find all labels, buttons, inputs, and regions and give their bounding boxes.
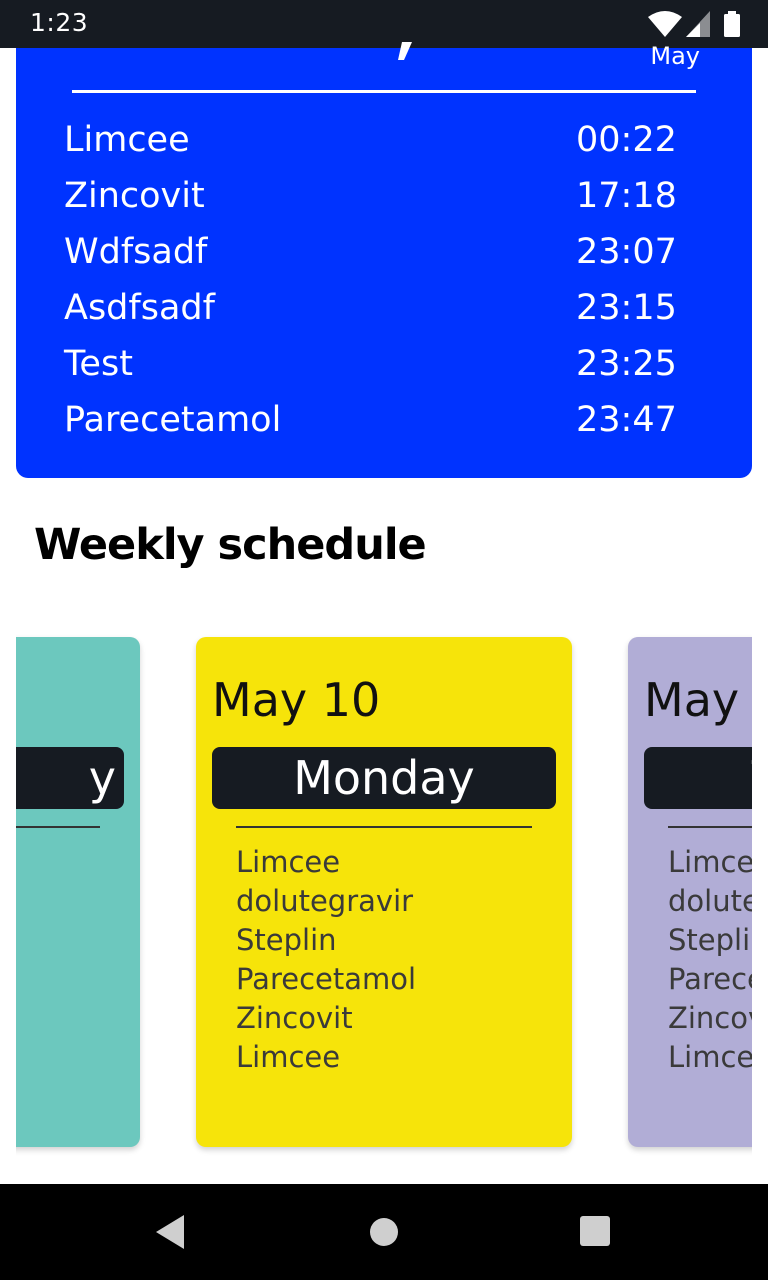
medication-time: 23:15 (576, 288, 677, 328)
today-medication-row[interactable]: Limcee 00:22 (64, 112, 680, 168)
day-medication-item: Limcee (236, 1040, 341, 1074)
today-medication-row[interactable]: Zincovit 17:18 (64, 168, 680, 224)
medication-time: 23:07 (576, 232, 677, 272)
day-medication-item: Limcee (236, 845, 341, 879)
medication-time: 23:25 (576, 344, 677, 384)
day-medication-item: Zincovit (236, 1001, 353, 1035)
weekday-pill: Monday (212, 747, 556, 809)
medication-time: 23:47 (576, 400, 677, 440)
date-number-fragment (398, 42, 412, 60)
day-medication-item: Parecetamol (236, 962, 417, 996)
day-medication-item: Steplin (236, 923, 337, 957)
medication-name: Test (64, 344, 133, 384)
back-icon[interactable] (156, 1215, 184, 1249)
day-date: May (644, 673, 740, 727)
medication-name: Limcee (64, 120, 190, 160)
medication-name: Wdfsadf (64, 232, 208, 272)
card-divider (16, 826, 100, 828)
today-medication-row[interactable]: Asdfsadf 23:15 (64, 280, 680, 336)
weekly-schedule-carousel[interactable]: y May 10 Monday Limcee dolutegravir Step… (16, 618, 752, 1160)
day-medication-item: Limce (668, 845, 752, 879)
day-medication-item: Zincov (668, 1001, 752, 1035)
today-medication-row[interactable]: Test 23:25 (64, 336, 680, 392)
day-date: May 10 (212, 673, 381, 727)
wifi-icon (648, 11, 682, 37)
day-medication-item: Parece (668, 962, 752, 996)
medication-time: 00:22 (576, 120, 677, 160)
today-medication-list: Limcee 00:22 Zincovit 17:18 Wdfsadf 23:0… (64, 112, 680, 448)
today-month: May (650, 42, 700, 70)
day-medication-item: Steplir (668, 923, 752, 957)
day-card[interactable]: y (16, 637, 140, 1147)
navigation-bar (0, 1184, 768, 1280)
weekly-schedule-title: Weekly schedule (34, 520, 427, 570)
card-divider (668, 826, 752, 828)
weekday-label: y (88, 751, 116, 805)
cellular-signal-icon (686, 11, 710, 37)
weekday-pill: T (644, 747, 752, 809)
status-bar: 1:23 (0, 0, 768, 48)
todays-schedule-card[interactable]: May Limcee 00:22 Zincovit 17:18 Wdfsadf … (16, 42, 752, 478)
today-medication-row[interactable]: Parecetamol 23:47 (64, 392, 680, 448)
day-medication-list: Limce dolute Steplir Parece Zincov Limce (668, 843, 752, 1077)
today-divider (72, 90, 696, 93)
day-medication-item: dolute (668, 884, 752, 918)
card-divider (236, 826, 532, 828)
day-medication-list: Limcee dolutegravir Steplin Parecetamol … (236, 843, 416, 1077)
medication-time: 17:18 (576, 176, 677, 216)
status-time: 1:23 (30, 8, 89, 37)
battery-icon (724, 11, 740, 37)
home-icon[interactable] (369, 1217, 399, 1247)
day-card[interactable]: May T Limce dolute Steplir Parece Zincov… (628, 637, 752, 1147)
day-medication-item: Limce (668, 1040, 752, 1074)
weekday-label: Monday (293, 751, 475, 805)
medication-name: Zincovit (64, 176, 205, 216)
recents-icon[interactable] (580, 1216, 610, 1246)
today-medication-row[interactable]: Wdfsadf 23:07 (64, 224, 680, 280)
day-card[interactable]: May 10 Monday Limcee dolutegravir Stepli… (196, 637, 572, 1147)
weekday-pill: y (16, 747, 124, 809)
medication-name: Asdfsadf (64, 288, 215, 328)
day-medication-item: dolutegravir (236, 884, 414, 918)
medication-name: Parecetamol (64, 400, 282, 440)
